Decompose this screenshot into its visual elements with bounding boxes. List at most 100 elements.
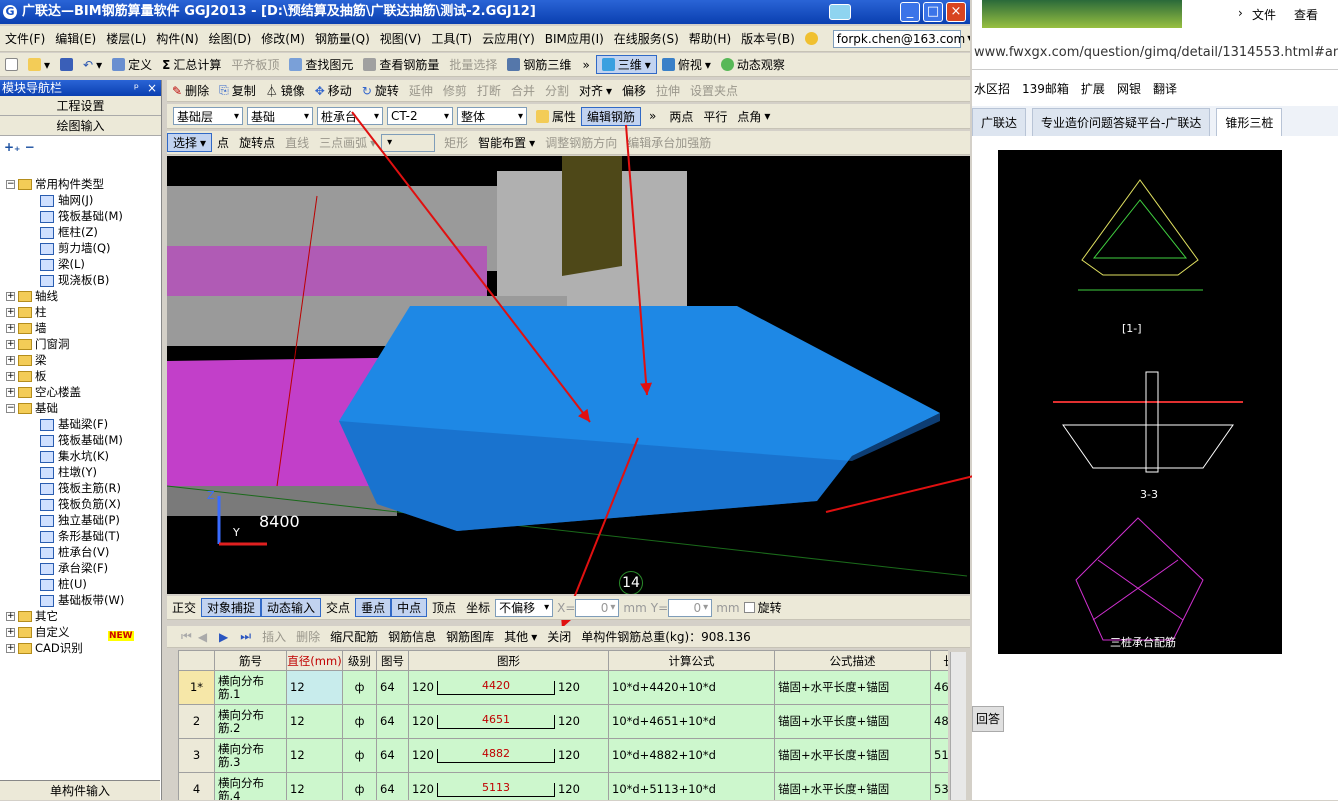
rebar-delete-button[interactable]: 删除	[291, 628, 325, 645]
cell-shape[interactable]: 120 4420 120	[408, 670, 609, 705]
header-description[interactable]: 公式描述	[774, 650, 931, 671]
favorite-item[interactable]: 网银	[1117, 80, 1141, 97]
intersection-button[interactable]: 交点	[321, 599, 355, 616]
midpoint-button[interactable]: 中点	[391, 598, 428, 617]
cell-diameter[interactable]: 12	[286, 772, 343, 800]
cell-formula[interactable]: 10*d+4882+10*d	[608, 738, 775, 773]
cell-description[interactable]: 锚固+水平长度+锚固	[774, 772, 931, 800]
cell-figure-no[interactable]: 64	[376, 670, 409, 705]
total-weight: 单构件钢筋总重(kg)：908.136	[576, 628, 756, 645]
favorite-item[interactable]: 139邮箱	[1022, 80, 1069, 97]
cell-figure-no[interactable]: 64	[376, 772, 409, 800]
coordinate-label: 坐标	[466, 601, 491, 615]
cell-formula[interactable]: 10*d+4651+10*d	[608, 704, 775, 739]
browser-tab[interactable]: 专业造价问题答疑平台-广联达	[1032, 108, 1211, 136]
cad-column	[1145, 371, 1159, 473]
coordinate-button[interactable]: 坐标	[461, 599, 495, 616]
cell-figure-no[interactable]: 64	[376, 738, 409, 773]
other-dropdown[interactable]: 其他 ▾	[499, 628, 542, 645]
header-length[interactable]: 长	[930, 650, 948, 671]
favorite-item[interactable]: 水区招	[974, 80, 1010, 97]
cell-grade[interactable]: ф	[342, 670, 377, 705]
table-row[interactable]: 2 横向分布筋.2 12 ф 64 120 4651 120 10*d+4651+1…	[178, 704, 948, 739]
row-number[interactable]: 4	[178, 772, 215, 800]
table-row[interactable]: 3 横向分布筋.3 12 ф 64 120 4882 120 10*d+4882+1…	[178, 738, 948, 773]
cell-bar-name[interactable]: 横向分布筋.2	[214, 704, 287, 739]
nav-next-icon[interactable]: ▶	[219, 630, 228, 644]
x-input[interactable]: 0	[575, 598, 620, 617]
header-formula[interactable]: 计算公式	[608, 650, 775, 671]
cell-grade[interactable]: ф	[342, 772, 377, 800]
cell-length[interactable]: 46	[930, 670, 948, 705]
object-snap-button[interactable]: 对象捕捉	[201, 598, 262, 617]
insert-button[interactable]: 插入	[257, 628, 291, 645]
table-vertical-scrollbar[interactable]	[950, 652, 966, 800]
ortho-button[interactable]: 正交	[167, 599, 201, 616]
rebar-delete-label: 删除	[296, 630, 321, 644]
rotate-checkbox[interactable]	[743, 602, 755, 613]
cell-diameter[interactable]: 12	[286, 738, 343, 773]
browser-tab[interactable]: 锥形三桩	[1216, 108, 1283, 136]
header-bar-no[interactable]: 筋号	[214, 650, 287, 671]
ortho-label: 正交	[172, 601, 197, 615]
cell-formula[interactable]: 10*d+4420+10*d	[608, 670, 775, 705]
row-number[interactable]: 2	[178, 704, 215, 739]
cell-length[interactable]: 48	[930, 704, 948, 739]
cell-bar-name[interactable]: 横向分布筋.4	[214, 772, 287, 800]
row-number[interactable]: 1*	[178, 670, 215, 705]
cell-shape[interactable]: 120 4651 120	[408, 704, 609, 739]
corner-header	[178, 650, 215, 671]
browser-tab-strip: 广联达 专业造价问题答疑平台-广联达 锥形三桩	[972, 106, 1338, 136]
cell-figure-no[interactable]: 64	[376, 704, 409, 739]
cell-diameter[interactable]: 12	[286, 670, 343, 705]
cell-bar-name[interactable]: 横向分布筋.1	[214, 670, 287, 705]
cell-shape[interactable]: 120 5113 120	[408, 772, 609, 800]
rebar-info-button[interactable]: 钢筋信息	[383, 628, 441, 645]
cell-length[interactable]: 53	[930, 772, 948, 800]
rebar-library-button[interactable]: 钢筋图库	[441, 628, 499, 645]
header-figure-no[interactable]: 图号	[376, 650, 409, 671]
browser-tab[interactable]: 广联达	[972, 108, 1027, 136]
cad-rebar-2	[1092, 559, 1179, 621]
cell-grade[interactable]: ф	[342, 704, 377, 739]
cell-description[interactable]: 锚固+水平长度+锚固	[774, 738, 931, 773]
nav-last-icon[interactable]: ⏭	[240, 629, 251, 644]
scale-rebar-button[interactable]: 缩尺配筋	[325, 628, 383, 645]
shape-length-value: 4882	[481, 746, 510, 760]
table-row[interactable]: 1* 横向分布筋.1 12 ф 64 120 4420 120 10*d+4420+…	[178, 670, 948, 705]
browser-url[interactable]: www.fwxgx.com/question/gimq/detail/13145…	[972, 28, 1338, 70]
favorite-item[interactable]: 扩展	[1081, 80, 1105, 97]
cad-rebar-1	[1097, 559, 1184, 621]
table-row[interactable]: 4 横向分布筋.4 12 ф 64 120 5113 120 10*d+5113+1…	[178, 772, 948, 800]
shape-bar-line: 4651	[436, 714, 555, 729]
rebar-close-button[interactable]: 关闭	[542, 628, 576, 645]
nav-prev-icon[interactable]: ◀	[198, 630, 207, 644]
cell-description[interactable]: 锚固+水平长度+锚固	[774, 704, 931, 739]
header-grade[interactable]: 级别	[342, 650, 377, 671]
cell-formula[interactable]: 10*d+5113+10*d	[608, 772, 775, 800]
cell-diameter[interactable]: 12	[286, 704, 343, 739]
perpendicular-label: 垂点	[361, 601, 386, 615]
intersection-label: 交点	[326, 601, 351, 615]
cell-shape[interactable]: 120 4882 120	[408, 738, 609, 773]
cad-cap-plan	[1075, 517, 1204, 641]
browser-view-menu[interactable]: 查看	[1294, 6, 1318, 23]
cell-description[interactable]: 锚固+水平长度+锚固	[774, 670, 931, 705]
perpendicular-button[interactable]: 垂点	[355, 598, 392, 617]
dynamic-input-button[interactable]: 动态输入	[261, 598, 322, 617]
cell-bar-name[interactable]: 横向分布筋.3	[214, 738, 287, 773]
vertex-button[interactable]: 顶点	[427, 599, 461, 616]
header-diameter[interactable]: 直径(mm)	[286, 650, 343, 671]
header-shape[interactable]: 图形	[408, 650, 609, 671]
answer-button[interactable]: 回答	[972, 706, 1004, 732]
browser-chevron-icon[interactable]: ›	[1238, 6, 1243, 20]
browser-file-menu[interactable]: 文件	[1252, 6, 1276, 23]
row-number[interactable]: 3	[178, 738, 215, 773]
cell-length[interactable]: 51	[930, 738, 948, 773]
favorite-item[interactable]: 翻译	[1153, 80, 1177, 97]
rebar-info-label: 钢筋信息	[388, 630, 437, 644]
y-input[interactable]: 0	[668, 598, 713, 617]
offset-select[interactable]: 不偏移	[495, 598, 554, 617]
cell-grade[interactable]: ф	[342, 738, 377, 773]
nav-first-icon[interactable]: ⏮	[181, 629, 192, 644]
